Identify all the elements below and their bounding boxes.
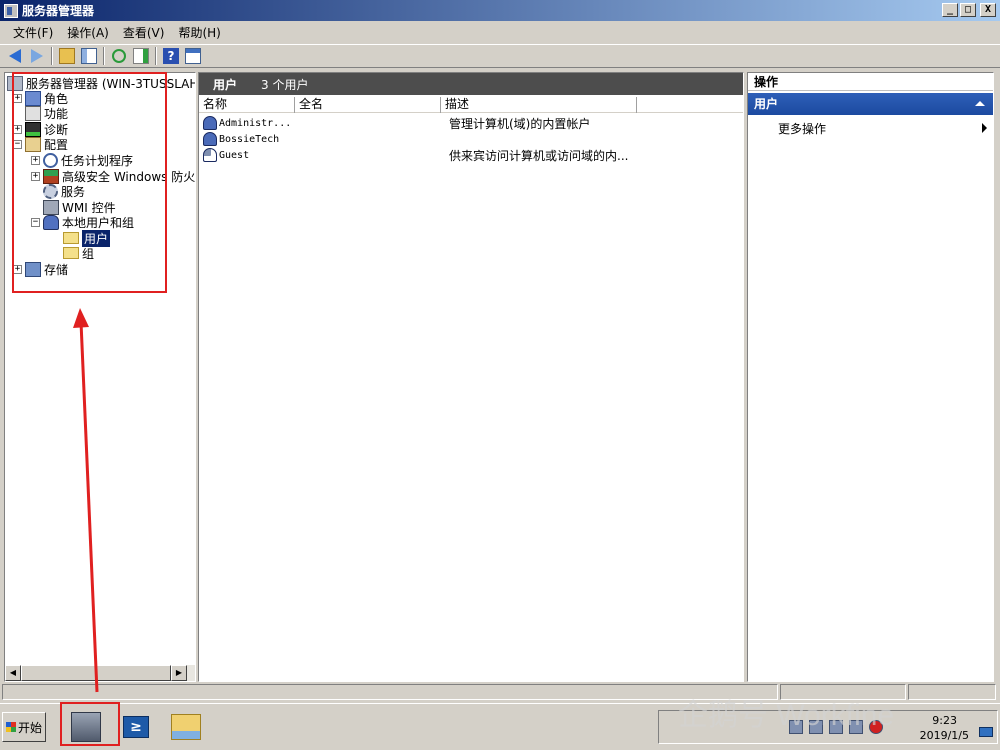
user-name: Administr...: [219, 117, 292, 129]
clock-time[interactable]: 9:23: [932, 714, 957, 727]
disabled-user-icon: [203, 148, 217, 162]
status-cell: [2, 684, 778, 700]
taskbar-explorer[interactable]: [166, 709, 206, 745]
actions-section-users[interactable]: 用户: [748, 93, 993, 115]
users-list-pane: 用户 3 个用户 名称 全名 描述 Administr... 管理计算机(域)的…: [198, 72, 744, 682]
column-header: 名称 全名 描述: [199, 97, 743, 113]
scroll-left-button[interactable]: ◀: [5, 665, 21, 681]
back-arrow-icon: [9, 49, 21, 63]
annotation-highlight-tree: [12, 72, 167, 293]
forward-arrow-icon: [31, 49, 43, 63]
menu-file[interactable]: 文件(F): [6, 24, 60, 41]
user-name: Guest: [219, 149, 250, 161]
minimize-button[interactable]: _: [942, 3, 958, 17]
start-label: 开始: [17, 720, 42, 735]
submenu-arrow-icon: [982, 123, 987, 133]
window-title: 服务器管理器: [22, 4, 95, 18]
pane-title: 用户: [213, 77, 238, 92]
refresh-icon: [112, 49, 126, 63]
actions-pane: 操作 用户 更多操作: [747, 72, 994, 682]
powershell-icon: ≥: [123, 716, 149, 738]
back-button[interactable]: [4, 46, 26, 66]
status-cell: [908, 684, 996, 700]
window-controls: _ □ X: [942, 3, 996, 17]
pane-header: 用户 3 个用户: [199, 73, 743, 95]
user-name: BossieTech: [219, 133, 280, 145]
menu-action[interactable]: 操作(A): [60, 24, 116, 41]
toolbar-separator: [51, 47, 53, 65]
export-icon: [133, 48, 149, 64]
column-description[interactable]: 描述: [441, 97, 637, 113]
start-button[interactable]: 开始: [2, 712, 46, 742]
show-desktop-icon[interactable]: [979, 727, 993, 737]
maximize-button[interactable]: □: [960, 3, 976, 17]
title-bar: 服务器管理器 _ □ X: [0, 0, 1000, 21]
menu-bar: 文件(F) 操作(A) 查看(V) 帮助(H): [0, 22, 1000, 43]
more-actions-item[interactable]: 更多操作: [778, 120, 826, 137]
user-description: 供来宾访问计算机或访问域的内...: [449, 148, 629, 163]
user-icon: [203, 116, 217, 130]
list-item[interactable]: Guest 供来宾访问计算机或访问域的内...: [203, 147, 628, 163]
folder-up-icon: [59, 48, 75, 64]
help-icon: ?: [163, 48, 179, 64]
list-item[interactable]: BossieTech: [203, 131, 459, 147]
scroll-thumb[interactable]: [21, 665, 171, 681]
menu-help[interactable]: 帮助(H): [171, 24, 227, 41]
actions-section-label: 用户: [754, 97, 779, 111]
close-button[interactable]: X: [980, 3, 996, 17]
up-level-button[interactable]: [56, 46, 78, 66]
console-tree-icon: [81, 48, 97, 64]
menu-view[interactable]: 查看(V): [116, 24, 172, 41]
toolbar-separator: [103, 47, 105, 65]
forward-button[interactable]: [26, 46, 48, 66]
column-fullname[interactable]: 全名: [295, 97, 441, 113]
toolbar: ?: [0, 44, 1000, 68]
column-name[interactable]: 名称: [199, 97, 295, 113]
refresh-button[interactable]: [108, 46, 130, 66]
user-count: 3 个用户: [261, 77, 309, 92]
taskbar-powershell[interactable]: ≥: [116, 709, 156, 745]
explorer-folder-icon: [171, 714, 201, 740]
watermark: 企鹅号 Workfine: [678, 699, 895, 732]
help-button[interactable]: ?: [160, 46, 182, 66]
list-item[interactable]: Administr... 管理计算机(域)的内置帐户: [203, 115, 590, 131]
windows-logo-icon: [5, 722, 16, 732]
export-list-button[interactable]: [130, 46, 152, 66]
collapse-caret-icon[interactable]: [975, 101, 985, 106]
action-pane-icon: [185, 48, 201, 64]
user-icon: [203, 132, 217, 146]
tree-horizontal-scrollbar[interactable]: ◀ ▶: [5, 665, 195, 681]
show-hide-action-pane-button[interactable]: [182, 46, 204, 66]
show-hide-tree-button[interactable]: [78, 46, 100, 66]
clock-date[interactable]: 2019/1/5: [920, 729, 969, 742]
user-description: 管理计算机(域)的内置帐户: [449, 116, 591, 131]
actions-header: 操作: [748, 73, 993, 91]
toolbar-separator: [155, 47, 157, 65]
scroll-right-button[interactable]: ▶: [171, 665, 187, 681]
annotation-highlight-taskbar: [60, 702, 120, 746]
server-manager-icon: [4, 3, 18, 18]
